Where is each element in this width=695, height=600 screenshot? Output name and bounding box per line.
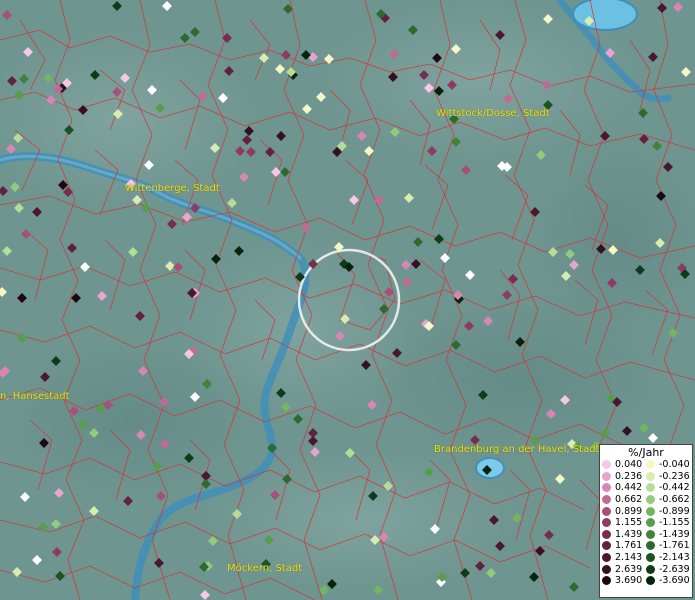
legend-row: 2.143 -2.143 [602, 552, 690, 564]
legend-value: -3.690 [659, 575, 690, 587]
legend-row: 0.899 -0.899 [602, 505, 690, 517]
legend-value: 3.690 [615, 575, 643, 587]
legend-entry: -0.236 [646, 471, 690, 482]
legend-swatch [602, 460, 611, 470]
legend-swatch [602, 495, 611, 505]
legend-entry: 0.899 [602, 506, 646, 517]
legend-value: -2.639 [659, 563, 690, 575]
legend-value: -0.236 [659, 470, 690, 482]
legend-row: 3.690 -3.690 [602, 575, 690, 587]
legend-entry: 0.442 [602, 482, 646, 493]
legend-entry: 1.155 [602, 517, 646, 528]
city-label-moeckern: Möckern, Stadt [227, 563, 303, 574]
legend-swatch [646, 483, 655, 493]
legend-swatch [646, 495, 655, 505]
legend-swatch [602, 471, 611, 481]
legend-row: 0.040 -0.040 [602, 459, 690, 471]
city-label-brandenburg: Brandenburg an der Havel, Stadt [434, 444, 600, 455]
legend-value: 1.439 [615, 528, 643, 540]
legend-entry: -0.040 [646, 459, 690, 470]
legend-swatch [602, 518, 611, 528]
legend-value: -2.143 [659, 552, 690, 564]
legend-grid: 0.040 -0.040 0.236 -0.236 0.442 -0.442 0.662 -0… [602, 459, 690, 587]
legend-entry: -1.155 [646, 517, 690, 528]
lake-north [572, 0, 638, 31]
legend-value: -0.899 [659, 505, 690, 517]
legend-value: -0.442 [659, 482, 690, 494]
legend-entry: -0.662 [646, 494, 690, 505]
legend-entry: 0.236 [602, 471, 646, 482]
legend-entry: 1.439 [602, 529, 646, 540]
legend-row: 2.639 -2.639 [602, 563, 690, 575]
legend-value: 2.143 [615, 552, 643, 564]
legend-row: 0.442 -0.442 [602, 482, 690, 494]
legend-row: 1.761 -1.761 [602, 540, 690, 552]
legend-entry: 1.761 [602, 540, 646, 551]
legend-value: 1.155 [615, 517, 643, 529]
legend-value: -0.040 [659, 459, 690, 471]
legend-value: 2.639 [615, 563, 643, 575]
legend-entry: 3.690 [602, 575, 646, 586]
legend-swatch [646, 564, 655, 574]
legend-value: 0.899 [615, 505, 643, 517]
city-label-wittstock: Wittstock/Dosse, Stadt [436, 108, 550, 119]
legend-value: -1.439 [659, 528, 690, 540]
legend-swatch [602, 541, 611, 551]
legend-value: 0.442 [615, 482, 643, 494]
city-label-wittenberge: Wittenberge, Stadt [125, 183, 220, 194]
legend-swatch [646, 471, 655, 481]
lake-brandenburg [475, 457, 505, 479]
legend-swatch [646, 541, 655, 551]
legend-value: 1.761 [615, 540, 643, 552]
legend-row: 1.439 -1.439 [602, 529, 690, 541]
legend-entry: -3.690 [646, 575, 690, 586]
legend-value: -1.155 [659, 517, 690, 529]
legend-value: 0.662 [615, 494, 643, 506]
legend-swatch [602, 564, 611, 574]
legend-value: -1.761 [659, 540, 690, 552]
legend-swatch [646, 576, 655, 586]
map-canvas[interactable] [0, 0, 695, 600]
legend-value: 0.236 [615, 470, 643, 482]
legend-row: 1.155 -1.155 [602, 517, 690, 529]
legend-entry: 0.040 [602, 459, 646, 470]
legend-entry: -1.439 [646, 529, 690, 540]
legend-entry: -2.639 [646, 564, 690, 575]
legend-row: 0.236 -0.236 [602, 471, 690, 483]
legend-entry: 2.639 [602, 564, 646, 575]
legend-row: 0.662 -0.662 [602, 494, 690, 506]
legend-swatch [646, 506, 655, 516]
legend-swatch [646, 460, 655, 470]
legend-entry: -2.143 [646, 552, 690, 563]
legend-value: 0.040 [615, 459, 643, 471]
legend-swatch [646, 553, 655, 563]
legend-entry: -0.442 [646, 482, 690, 493]
legend-swatch [602, 506, 611, 516]
legend-swatch [602, 576, 611, 586]
legend-title: %/Jahr [628, 446, 664, 459]
legend-entry: 2.143 [602, 552, 646, 563]
legend-entry: 0.662 [602, 494, 646, 505]
city-label-hansestadt: n, Hansestadt [0, 391, 70, 402]
legend-entry: -0.899 [646, 506, 690, 517]
legend-swatch [646, 529, 655, 539]
legend: %/Jahr 0.040 -0.040 0.236 -0.236 0.442 -0.442… [599, 444, 693, 598]
legend-swatch [602, 553, 611, 563]
legend-swatch [602, 483, 611, 493]
legend-swatch [646, 518, 655, 528]
legend-swatch [602, 529, 611, 539]
legend-value: -0.662 [659, 494, 690, 506]
legend-entry: -1.761 [646, 540, 690, 551]
